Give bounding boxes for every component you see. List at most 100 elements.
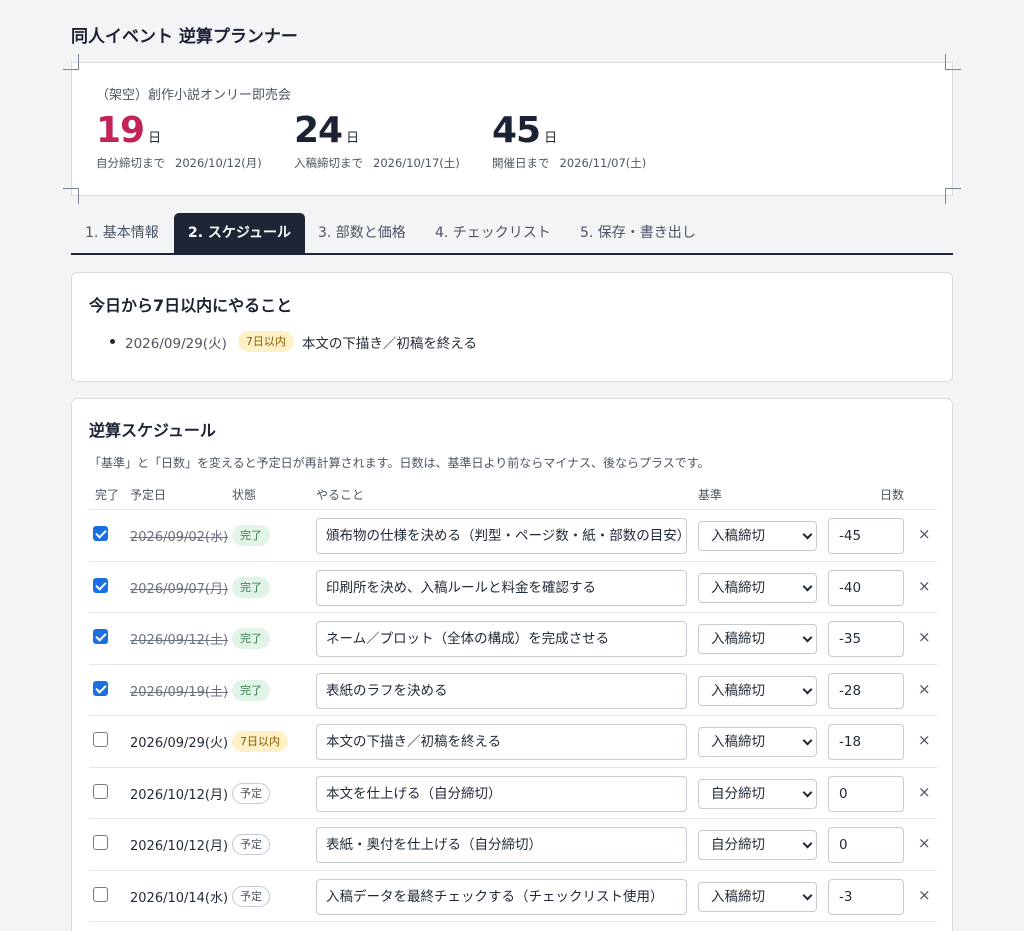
days-input[interactable]: -40: [828, 569, 904, 606]
schedule-header: 完了 予定日 状態 やること 基準 日数: [89, 486, 937, 510]
delete-row-button[interactable]: ×: [918, 783, 931, 801]
basis-select[interactable]: 入稿締切: [698, 881, 817, 912]
upcoming-list: 2026/09/29(火) 7日以内 本文の下描き／初稿を終える: [110, 331, 477, 352]
status-cell: 予定: [232, 833, 270, 855]
basis-value: 入稿締切: [711, 888, 765, 905]
days-input[interactable]: -35: [828, 621, 904, 657]
basis-select[interactable]: 入稿締切: [698, 624, 817, 654]
table-row: 2026/10/12(月) 予定 本文を仕上げる（自分締切） 自分締切 0 ×: [89, 768, 937, 819]
task-input[interactable]: 頒布物の仕様を決める（判型・ページ数・紙・部数の目安）: [316, 518, 687, 554]
tab-4[interactable]: 4. チェックリスト: [421, 213, 565, 253]
countdown-date: 2026/10/12(月): [175, 156, 262, 170]
done-checkbox[interactable]: [93, 629, 108, 644]
task-input[interactable]: 印刷所を決め、入稿ルールと料金を確認する: [316, 569, 687, 606]
done-checkbox[interactable]: [93, 577, 108, 593]
status-cell: 予定: [232, 782, 270, 804]
done-checkbox[interactable]: [93, 732, 108, 747]
scheduled-date: 2026/09/02(水): [130, 530, 229, 545]
countdown-label: 入稿締切まで 2026/10/17(土): [294, 155, 460, 171]
task-input[interactable]: ネーム／プロット（全体の構成）を完成させる: [316, 621, 687, 657]
done-checkbox[interactable]: [93, 886, 108, 902]
chevron-down-icon: [802, 838, 813, 849]
done-checkbox[interactable]: [93, 680, 108, 696]
chevron-down-icon: [802, 735, 813, 746]
crop-mark: [63, 188, 79, 204]
countdown-label: 開催日まで 2026/11/07(土): [492, 155, 646, 171]
basis-value: 入稿締切: [711, 528, 765, 544]
countdown-unit: 日: [346, 131, 360, 146]
basis-select[interactable]: 自分締切: [698, 778, 817, 809]
scheduled-date: 2026/09/29(火): [130, 736, 229, 751]
delete-row-button[interactable]: ×: [918, 834, 931, 852]
scheduled-date: 2026/09/19(土): [130, 684, 229, 700]
chevron-down-icon: [802, 787, 813, 797]
chevron-down-icon: [802, 890, 813, 900]
schedule-card: 逆算スケジュール 「基準」と「日数」を変えると予定日が再計算されます。日数は、基…: [71, 398, 953, 931]
delete-row-button[interactable]: ×: [918, 628, 931, 646]
countdown-date: 2026/11/07(土): [559, 156, 647, 170]
table-row: 2026/10/12(月) 予定 表紙・奥付を仕上げる（自分締切） 自分締切 0 ×: [89, 819, 937, 871]
chevron-down-icon: [802, 684, 813, 694]
basis-value: 入稿締切: [711, 631, 765, 647]
event-name: （架空）創作小説オンリー即売会: [96, 88, 292, 103]
done-checkbox[interactable]: [93, 783, 108, 799]
task-input[interactable]: 本文を仕上げる（自分締切）: [316, 775, 687, 812]
status-badge: 予定: [232, 834, 270, 855]
upcoming-title: 今日から7日以内にやること: [89, 296, 293, 315]
delete-row-button[interactable]: ×: [918, 731, 931, 749]
days-input[interactable]: 0: [828, 775, 904, 812]
done-checkbox[interactable]: [93, 526, 108, 541]
tab-5[interactable]: 5. 保存・書き出し: [566, 213, 710, 253]
countdown-label: 自分締切まで 2026/10/12(月): [96, 155, 262, 171]
delete-row-button[interactable]: ×: [918, 525, 931, 543]
schedule-note: 「基準」と「日数」を変えると予定日が再計算されます。日数は、基準日より前ならマイ…: [89, 456, 710, 470]
task-input[interactable]: 表紙・奥付を仕上げる（自分締切）: [316, 827, 687, 863]
days-input[interactable]: -45: [828, 518, 904, 554]
task-input[interactable]: 本文の下描き／初稿を終える: [316, 724, 687, 760]
delete-row-button[interactable]: ×: [918, 577, 931, 595]
crop-mark: [63, 54, 79, 70]
tab-1[interactable]: 1. 基本情報: [71, 213, 173, 253]
task-input[interactable]: 表紙のラフを決める: [316, 672, 687, 709]
delete-row-button[interactable]: ×: [918, 680, 931, 698]
task-input[interactable]: 入稿データを最終チェックする（チェックリスト使用）: [316, 878, 687, 915]
status-cell: 完了: [232, 576, 270, 598]
scheduled-date: 2026/09/07(月): [130, 581, 229, 597]
basis-select[interactable]: 入稿締切: [698, 521, 817, 551]
table-row: 2026/09/19(土) 完了 表紙のラフを決める 入稿締切 -28 ×: [89, 665, 937, 716]
tab-bar: 1. 基本情報 2. スケジュール 3. 部数と価格 4. チェックリスト 5. 保存・…: [71, 213, 953, 255]
tab-3[interactable]: 3. 部数と価格: [304, 213, 420, 253]
header-status: 状態: [232, 488, 257, 502]
days-input[interactable]: -3: [828, 878, 904, 915]
basis-select[interactable]: 自分締切: [698, 830, 817, 860]
tab-2[interactable]: 2. スケジュール: [174, 213, 305, 253]
days-input[interactable]: 0: [828, 827, 904, 863]
status-cell: 予定: [232, 885, 270, 907]
header-days: 日数: [880, 488, 905, 502]
status-cell: 完了: [232, 627, 270, 649]
countdown-item: 45 日開催日まで 2026/11/07(土): [492, 109, 646, 171]
status-badge: 完了: [232, 525, 270, 546]
upcoming-card: 今日から7日以内にやること 2026/09/29(火) 7日以内 本文の下描き／初稿…: [71, 272, 953, 382]
scheduled-date: 2026/10/12(月): [130, 787, 229, 803]
table-row: 2026/09/29(火) 7日以内 本文の下描き／初稿を終える 入稿締切 -18 ×: [89, 716, 937, 768]
days-input[interactable]: -28: [828, 672, 904, 709]
basis-select[interactable]: 入稿締切: [698, 572, 817, 603]
list-item: 2026/09/29(火) 7日以内 本文の下描き／初稿を終える: [110, 331, 477, 352]
done-checkbox[interactable]: [93, 835, 108, 850]
status-badge: 7日以内: [237, 331, 294, 352]
countdown-value: 24 日: [294, 109, 460, 153]
bullet-icon: [110, 339, 115, 344]
days-input[interactable]: -18: [828, 724, 904, 760]
basis-select[interactable]: 入稿締切: [698, 675, 817, 706]
countdown-unit: 日: [544, 131, 558, 146]
status-badge: 予定: [232, 885, 270, 907]
delete-row-button[interactable]: ×: [918, 886, 931, 904]
scheduled-date: 2026/10/14(水): [130, 890, 229, 906]
basis-value: 入稿締切: [711, 682, 765, 699]
basis-select[interactable]: 入稿締切: [698, 727, 817, 757]
scheduled-date: 2026/09/12(土): [130, 633, 229, 648]
header-done: 完了: [95, 488, 120, 502]
countdown-item: 24 日入稿締切まで 2026/10/17(土): [294, 109, 460, 171]
status-cell: 完了: [232, 524, 270, 546]
